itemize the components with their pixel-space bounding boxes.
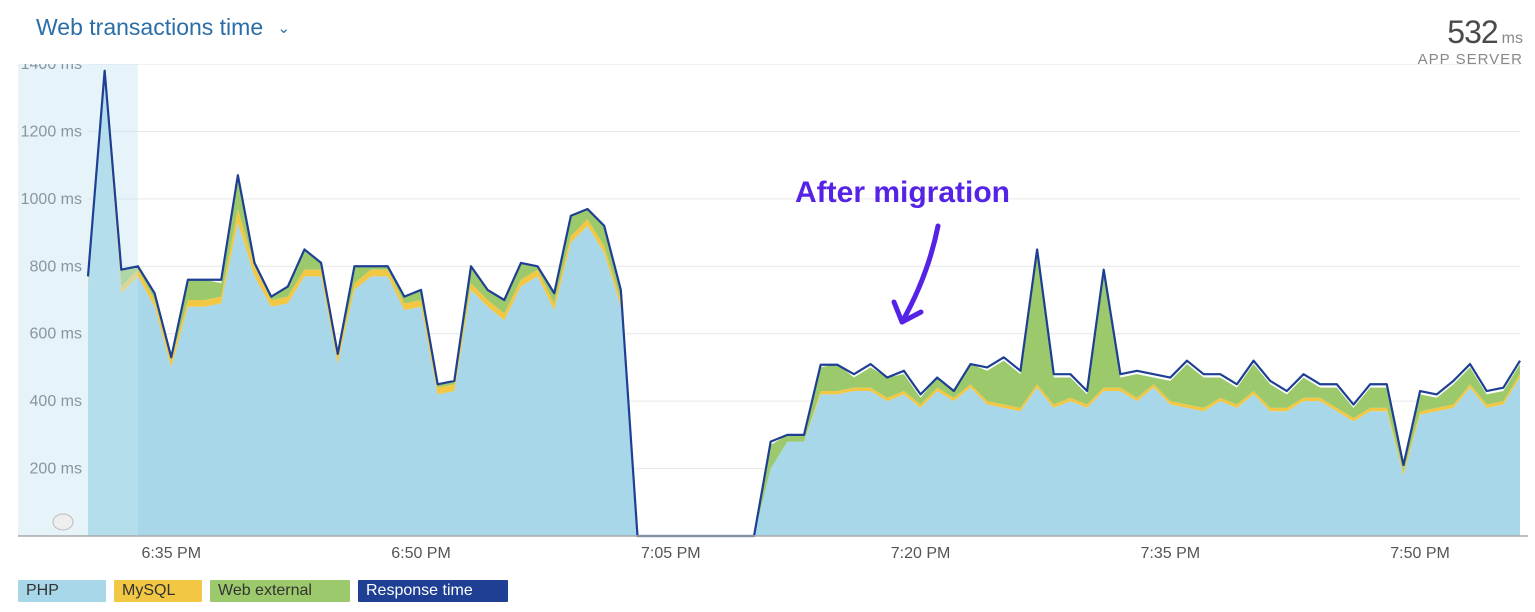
time-selection-shade xyxy=(18,64,138,536)
time-selection-handle-icon[interactable] xyxy=(53,514,73,530)
x-axis-label: 7:35 PM xyxy=(1141,545,1201,562)
x-axis-label: 7:05 PM xyxy=(641,545,701,562)
x-axis-label: 7:50 PM xyxy=(1390,545,1450,562)
metric-unit: ms xyxy=(1502,30,1523,47)
legend-label: PHP xyxy=(26,580,59,602)
chart-title-text: Web transactions time xyxy=(36,14,263,40)
x-axis-label: 6:50 PM xyxy=(391,545,451,562)
legend-item-resp[interactable]: Response time xyxy=(358,580,508,602)
area-PHP xyxy=(88,81,1520,536)
chevron-down-icon: ⌄ xyxy=(278,19,291,37)
chart-plot-area[interactable]: 200 ms400 ms600 ms800 ms1000 ms1200 ms14… xyxy=(18,64,1528,572)
legend-label: Web external xyxy=(218,580,312,602)
legend-item-php[interactable]: PHP xyxy=(18,580,106,602)
chart-legend: PHP MySQL Web external Response time xyxy=(18,580,516,602)
legend-item-mysql[interactable]: MySQL xyxy=(114,580,202,602)
annotation-arrow-icon xyxy=(878,216,968,346)
x-axis-label: 7:20 PM xyxy=(891,545,951,562)
chart-title-dropdown[interactable]: Web transactions time ⌄ xyxy=(36,14,290,41)
legend-item-web[interactable]: Web external xyxy=(210,580,350,602)
annotation-text: After migration xyxy=(795,176,1010,210)
legend-label: Response time xyxy=(366,580,473,602)
metric-value: 532 xyxy=(1447,14,1497,50)
metric-summary: 532ms APP SERVER xyxy=(1418,14,1523,68)
x-axis-label: 6:35 PM xyxy=(141,545,201,562)
legend-label: MySQL xyxy=(122,580,175,602)
